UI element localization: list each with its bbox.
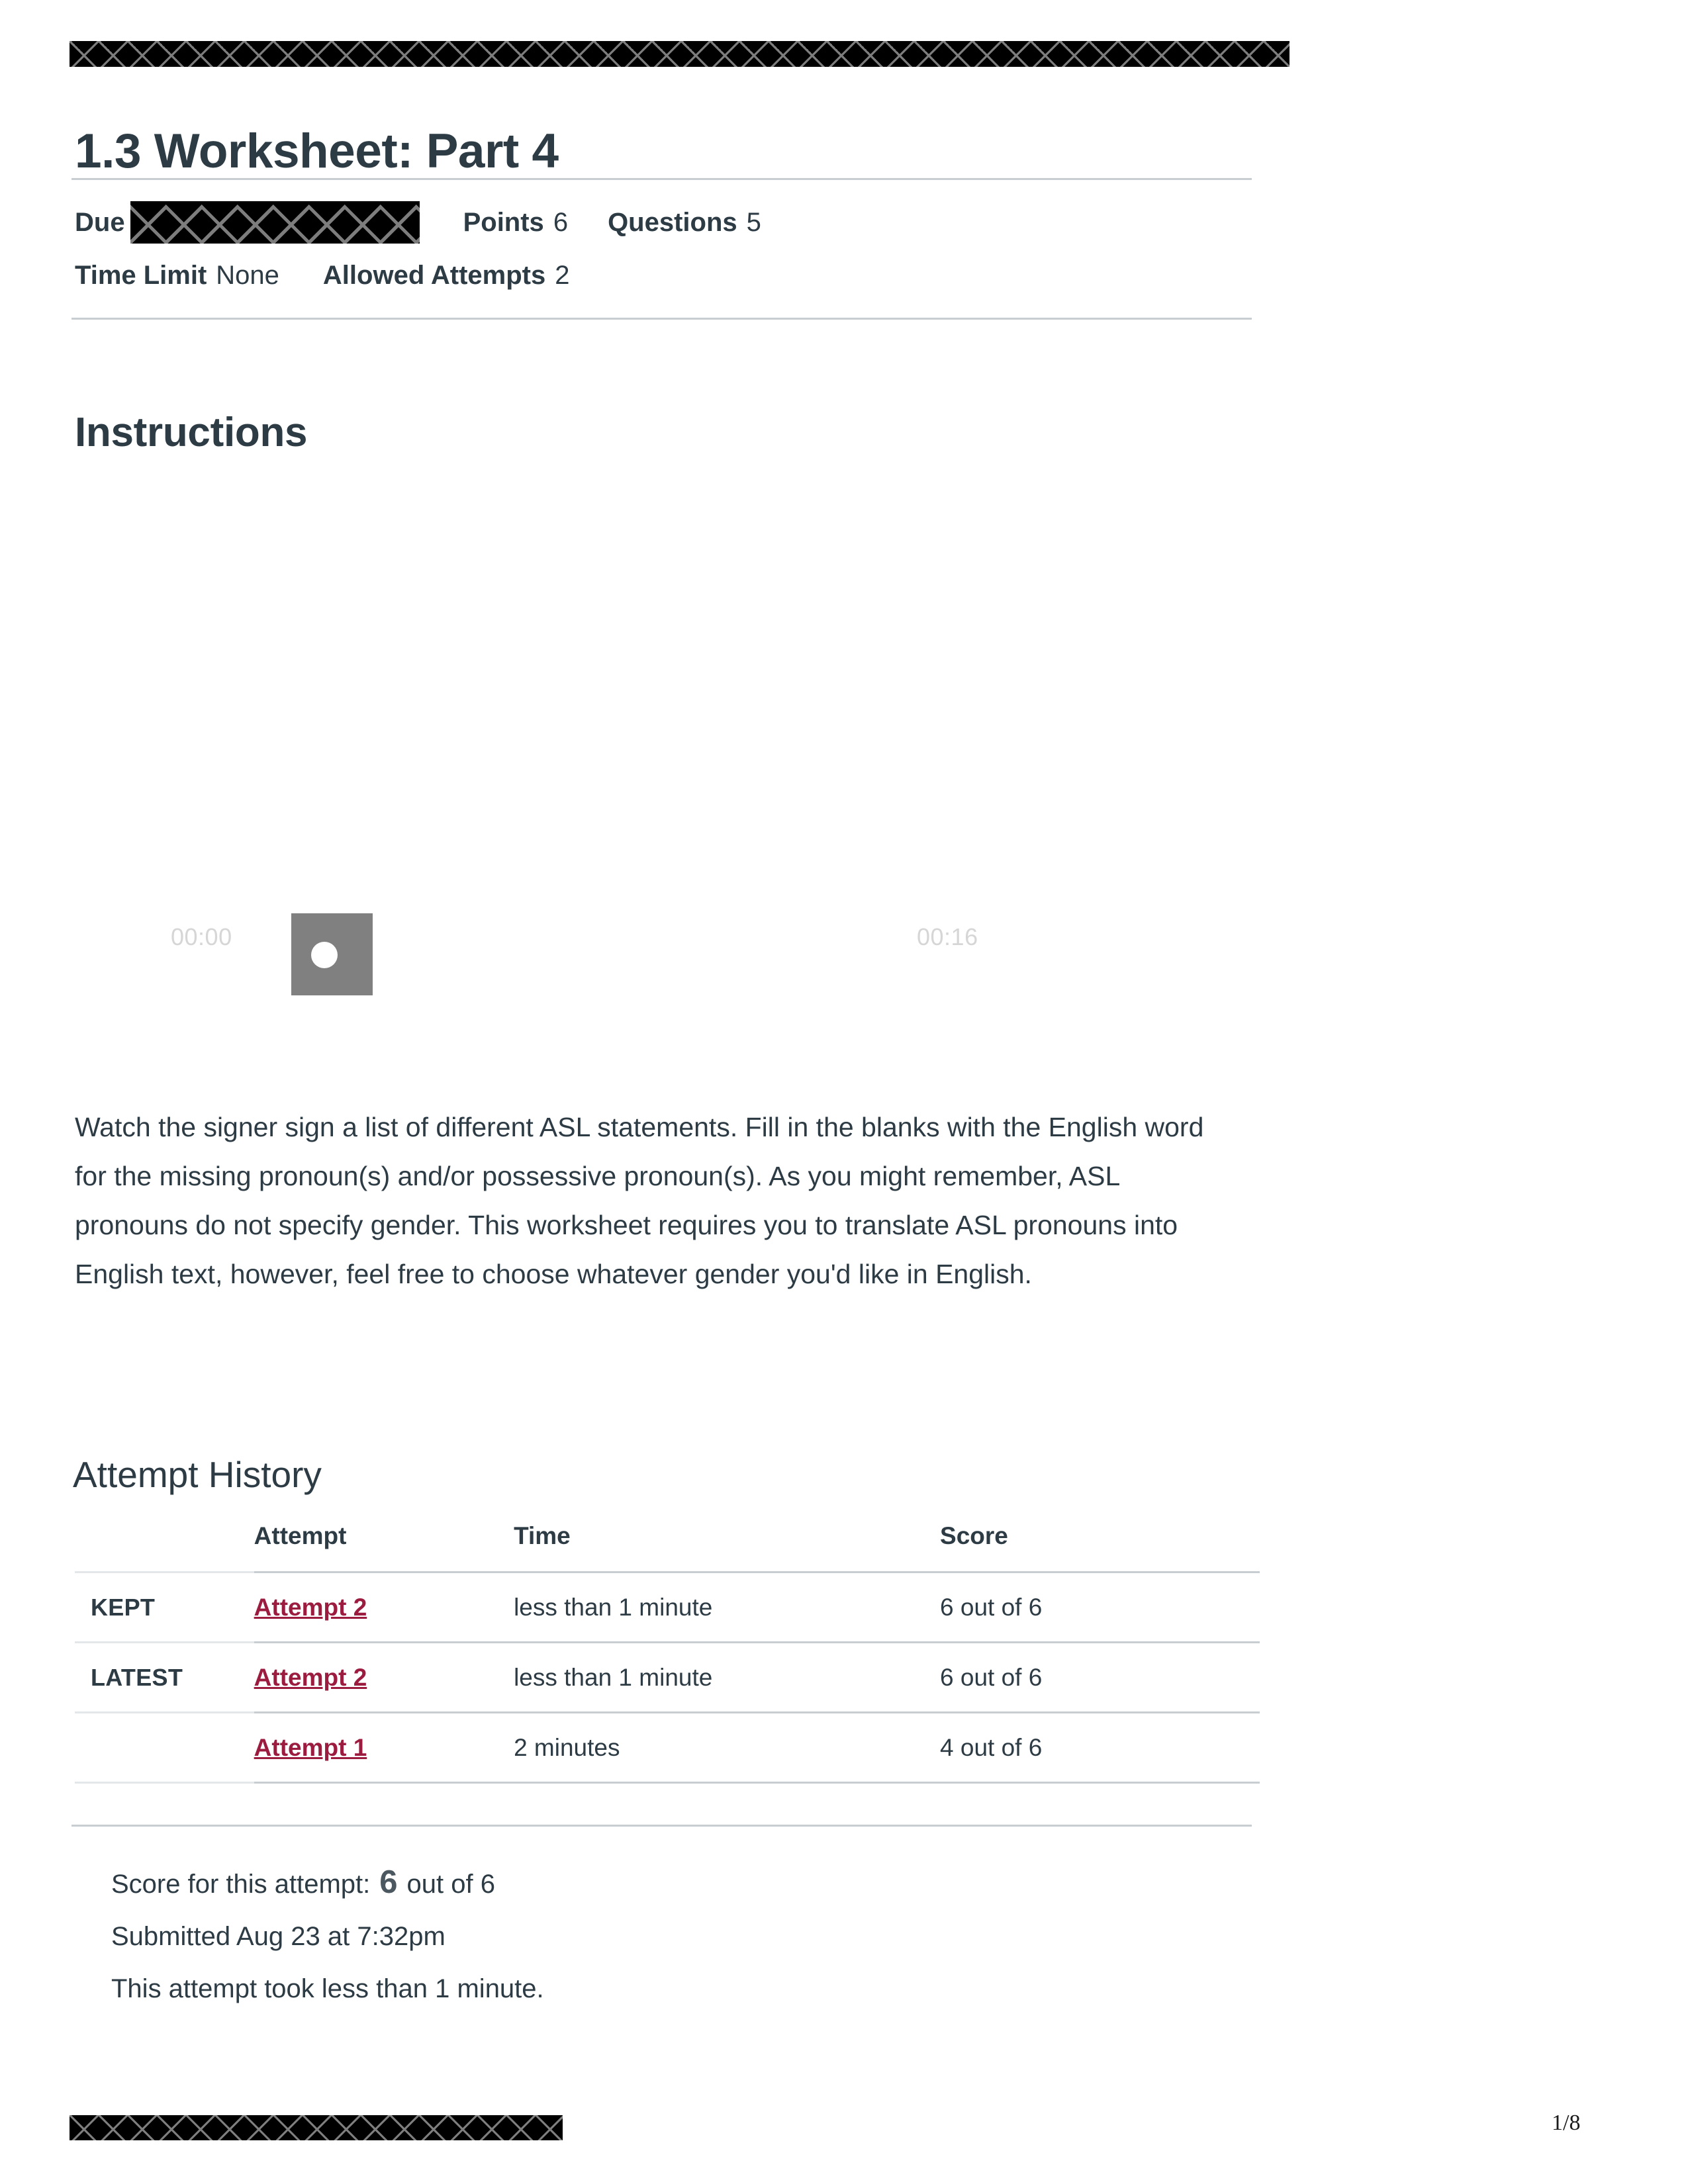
row-attempt-cell: Attempt 1: [254, 1712, 514, 1784]
divider-score: [71, 1825, 1252, 1827]
quiz-meta-row-2: Time Limit None Allowed Attempts 2: [75, 249, 1260, 302]
divider-meta-bottom: [71, 318, 1252, 320]
score-prefix-label: Score for this attempt:: [111, 1870, 371, 1899]
video-current-time: 00:00: [171, 923, 232, 950]
video-play-button[interactable]: [291, 913, 373, 995]
attempt-history-heading: Attempt History: [73, 1453, 322, 1495]
video-player[interactable]: [75, 463, 1260, 1013]
page-number: 1/8: [1552, 2111, 1581, 2135]
row-attempt-cell: Attempt 2: [254, 1642, 514, 1713]
row-score-cell: 6 out of 6: [940, 1572, 1260, 1643]
column-header-score: Score: [940, 1504, 1260, 1573]
quiz-meta-row-1: Due Points 6 Questions 5: [75, 196, 1260, 249]
due-label: Due: [75, 208, 125, 237]
row-status-label: KEPT: [75, 1572, 254, 1643]
row-time-cell: 2 minutes: [514, 1712, 941, 1784]
table-row: KEPT Attempt 2 less than 1 minute 6 out …: [75, 1572, 1260, 1643]
row-time-cell: less than 1 minute: [514, 1642, 941, 1713]
redaction-bar-footer: [70, 2115, 563, 2140]
table-header-row: Attempt Time Score: [75, 1504, 1260, 1573]
redaction-bar-header: [70, 41, 1289, 67]
row-score-cell: 4 out of 6: [940, 1712, 1260, 1784]
status-badge: KEPT: [91, 1593, 156, 1621]
score-summary: Score for this attempt: 6 out of 6 Submitt…: [111, 1856, 1237, 2015]
score-value: 6: [379, 1864, 398, 1900]
quiz-metadata: Due Points 6 Questions 5 Time Limit None Allow…: [75, 196, 1260, 302]
instructions-heading: Instructions: [75, 410, 308, 456]
score-for-attempt-line: Score for this attempt: 6 out of 6: [111, 1856, 1237, 1911]
attempt-history-table: Attempt Time Score KEPT Attempt 2 less t…: [75, 1504, 1260, 1784]
row-status-label: [75, 1712, 254, 1784]
points-label: Points: [463, 208, 544, 237]
allowed-attempts-value: 2: [555, 261, 570, 290]
video-duration: 00:16: [917, 923, 978, 950]
quiz-results-page: 1.3 Worksheet: Part 4 Due Points 6 Question…: [0, 0, 1688, 2184]
table-row: LATEST Attempt 2 less than 1 minute 6 ou…: [75, 1642, 1260, 1713]
row-status-label: LATEST: [75, 1642, 254, 1713]
table-row: Attempt 1 2 minutes 4 out of 6: [75, 1712, 1260, 1784]
attempt-link[interactable]: Attempt 2: [254, 1594, 367, 1621]
divider-top: [71, 178, 1252, 180]
page-title: 1.3 Worksheet: Part 4: [75, 124, 559, 178]
column-header-blank: [75, 1504, 254, 1573]
column-header-attempt: Attempt: [254, 1504, 514, 1573]
redaction-bar-due-date: [130, 201, 420, 244]
status-badge: LATEST: [91, 1663, 183, 1691]
questions-label: Questions: [608, 208, 737, 237]
time-limit-label: Time Limit: [75, 261, 207, 290]
play-icon: [311, 942, 338, 968]
score-suffix-label: out of 6: [406, 1870, 495, 1899]
row-attempt-cell: Attempt 2: [254, 1572, 514, 1643]
allowed-attempts-label: Allowed Attempts: [322, 261, 546, 290]
row-time-cell: less than 1 minute: [514, 1572, 941, 1643]
attempt-link[interactable]: Attempt 2: [254, 1664, 367, 1691]
column-header-time: Time: [514, 1504, 941, 1573]
attempt-duration-line: This attempt took less than 1 minute.: [111, 1974, 544, 2003]
attempt-link[interactable]: Attempt 1: [254, 1734, 367, 1761]
instructions-body: Watch the signer sign a list of differen…: [75, 1112, 1204, 1289]
submitted-line: Submitted Aug 23 at 7:32pm: [111, 1922, 445, 1951]
row-score-cell: 6 out of 6: [940, 1642, 1260, 1713]
questions-value: 5: [746, 208, 761, 237]
time-limit-value: None: [216, 261, 279, 290]
points-value: 6: [553, 208, 569, 237]
